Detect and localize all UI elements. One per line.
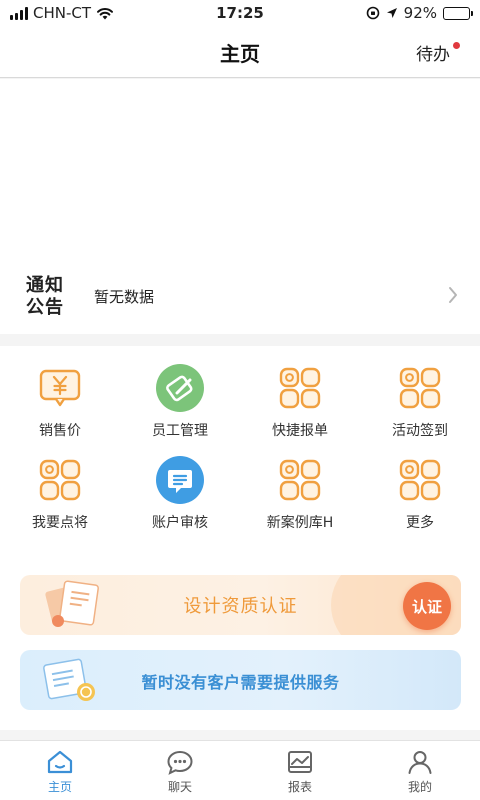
service-banner[interactable]: 暂时没有客户需要提供服务 <box>20 650 461 710</box>
grid-apps-icon <box>36 456 84 504</box>
notice-text: 暂无数据 <box>94 288 155 306</box>
grid-item-label: 我要点将 <box>32 515 88 531</box>
tab-profile[interactable]: 我的 <box>360 741 480 800</box>
tab-report[interactable]: 报表 <box>240 741 360 800</box>
tab-home[interactable]: 主页 <box>0 741 120 800</box>
employee-manage-icon <box>156 364 204 412</box>
report-chart-icon <box>288 751 312 773</box>
grid-item-more[interactable]: 更多 <box>360 456 480 548</box>
chat-bubble-icon <box>167 750 193 775</box>
grid-item-label: 快捷报单 <box>272 423 328 439</box>
unread-dot <box>453 42 460 49</box>
status-bar: CHN-CT 17:25 92% <box>0 0 480 26</box>
function-panel: 销售价 员工管理 快捷报单 活动签到 我要点将 账户审核 新案例库H 更多 设计… <box>0 346 480 730</box>
service-banner-text: 暂时没有客户需要提供服务 <box>141 673 340 692</box>
battery-icon <box>443 6 473 20</box>
notice-label: 通知公告 <box>26 275 64 318</box>
yen-tag-icon <box>36 364 84 412</box>
bottom-tab-bar: 主页 聊天 报表 我的 <box>0 740 480 800</box>
tab-label: 聊天 <box>167 780 192 794</box>
nav-header: 主页 待办 <box>0 26 480 78</box>
grid-item-quick-report[interactable]: 快捷报单 <box>240 364 360 456</box>
orientation-lock-icon <box>366 6 379 20</box>
grid-apps-icon <box>276 364 324 412</box>
grid-item-employee-manage[interactable]: 员工管理 <box>120 364 240 456</box>
user-profile-icon <box>408 751 432 774</box>
function-grid: 销售价 员工管理 快捷报单 活动签到 我要点将 账户审核 新案例库H 更多 <box>0 364 480 548</box>
location-arrow-icon <box>386 8 397 18</box>
grid-item-label: 员工管理 <box>152 423 208 439</box>
certify-button[interactable]: 认证 <box>403 582 451 630</box>
notice-bar[interactable]: 通知公告 暂无数据 <box>0 266 480 334</box>
tab-label: 报表 <box>287 780 312 794</box>
grid-item-pick-general[interactable]: 我要点将 <box>0 456 120 548</box>
grid-item-label: 销售价 <box>39 423 81 439</box>
todo-button[interactable]: 待办 <box>416 40 450 65</box>
battery-percent: 92% <box>403 4 437 22</box>
grid-item-sales-price[interactable]: 销售价 <box>0 364 120 456</box>
banner-carousel[interactable] <box>0 79 480 266</box>
cert-banner-title: 设计资质认证 <box>183 596 298 617</box>
grid-apps-icon <box>276 456 324 504</box>
account-review-icon <box>156 456 204 504</box>
home-icon <box>47 750 73 774</box>
tab-chat[interactable]: 聊天 <box>120 741 240 800</box>
grid-apps-icon <box>396 364 444 412</box>
grid-item-label: 更多 <box>406 515 434 531</box>
grid-item-label: 新案例库H <box>266 515 334 531</box>
grid-item-label: 活动签到 <box>392 423 448 439</box>
chevron-right-icon <box>449 287 457 303</box>
page-title: 主页 <box>220 42 260 66</box>
grid-item-label: 账户审核 <box>152 515 208 531</box>
grid-apps-icon <box>396 456 444 504</box>
grid-item-case-library[interactable]: 新案例库H <box>240 456 360 548</box>
tab-label: 主页 <box>47 780 72 794</box>
tab-label: 我的 <box>407 780 432 794</box>
design-cert-banner[interactable]: 设计资质认证 认证 <box>20 575 461 635</box>
grid-item-account-review[interactable]: 账户审核 <box>120 456 240 548</box>
grid-item-event-checkin[interactable]: 活动签到 <box>360 364 480 456</box>
